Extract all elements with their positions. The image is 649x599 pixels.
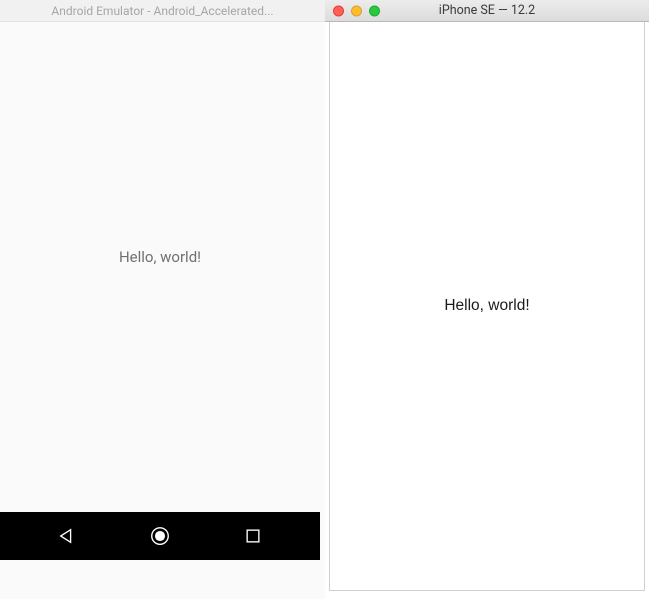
- android-screen: Hello, world!: [0, 22, 320, 560]
- android-home-button[interactable]: [140, 512, 180, 560]
- home-circle-icon: [149, 525, 171, 547]
- android-window-title: Android Emulator - Android_Accelerated..…: [51, 4, 273, 18]
- mac-titlebar[interactable]: iPhone SE — 12.2: [325, 0, 649, 22]
- iphone-window-title: iPhone SE — 12.2: [439, 3, 535, 18]
- android-app-content: Hello, world!: [0, 22, 320, 512]
- recent-square-icon: [244, 527, 262, 545]
- android-back-button[interactable]: [47, 512, 87, 560]
- zoom-window-button[interactable]: [369, 5, 380, 16]
- iphone-simulator-window: iPhone SE — 12.2 Hello, world!: [325, 0, 649, 599]
- hello-world-label-iphone: Hello, world!: [444, 297, 529, 315]
- minimize-window-button[interactable]: [351, 5, 362, 16]
- android-nav-bar: [0, 512, 320, 560]
- android-emulator-window: Android Emulator - Android_Accelerated..…: [0, 0, 325, 599]
- hello-world-label-android: Hello, world!: [119, 248, 201, 266]
- iphone-screen: Hello, world!: [329, 22, 645, 591]
- android-recent-button[interactable]: [233, 512, 273, 560]
- android-titlebar[interactable]: Android Emulator - Android_Accelerated..…: [0, 0, 325, 22]
- close-window-button[interactable]: [333, 5, 344, 16]
- back-triangle-icon: [58, 527, 76, 545]
- traffic-lights: [333, 5, 380, 16]
